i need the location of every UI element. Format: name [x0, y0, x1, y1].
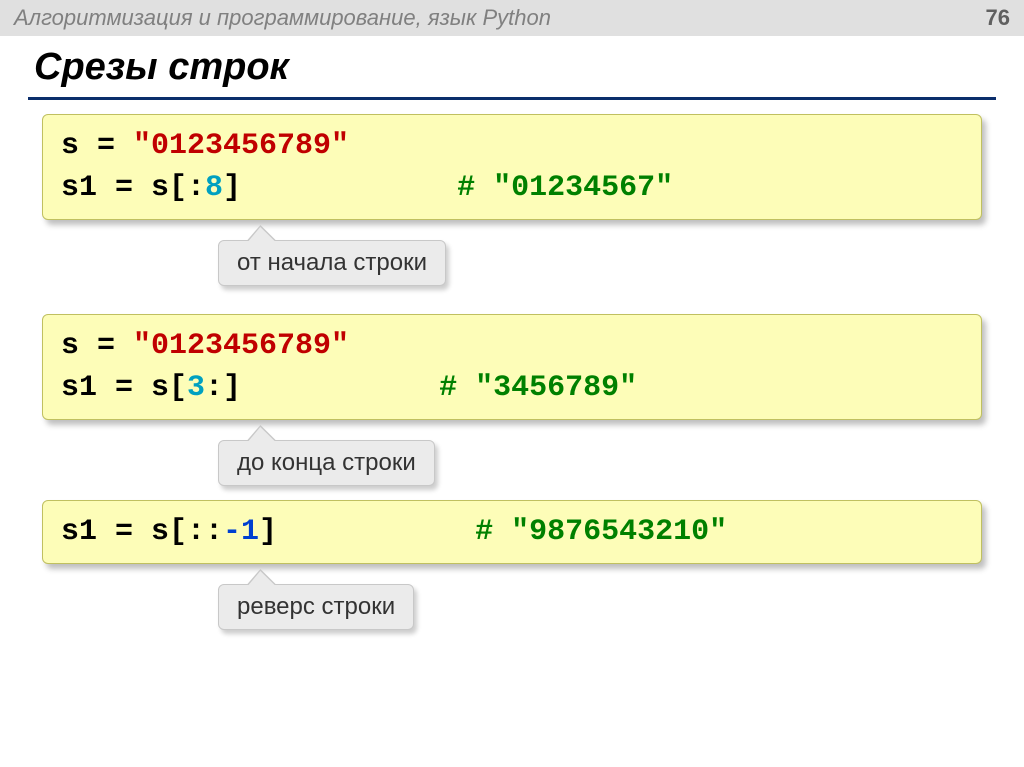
code-box-1: s = "0123456789" s1 = s[:8] # "01234567"	[42, 114, 982, 220]
callout-text: реверс строки	[237, 593, 395, 620]
callout-1: от начала строки	[218, 240, 446, 286]
code-line: s1 = s[3:] # "3456789"	[61, 367, 963, 409]
page-number: 76	[986, 5, 1010, 31]
title-rule	[28, 97, 996, 100]
code-line: s = "0123456789"	[61, 125, 963, 167]
code-line: s1 = s[:8] # "01234567"	[61, 167, 963, 209]
slide-header: Алгоритмизация и программирование, язык …	[0, 0, 1024, 36]
slide-content: Срезы строк s = "0123456789" s1 = s[:8] …	[0, 46, 1024, 630]
callout-text: до конца строки	[237, 449, 416, 476]
slide-title: Срезы строк	[34, 46, 990, 89]
callout-2: до конца строки	[218, 440, 435, 486]
callout-3: реверс строки	[218, 584, 414, 630]
callout-tail	[248, 427, 279, 442]
header-title: Алгоритмизация и программирование, язык …	[14, 5, 551, 31]
code-line: s1 = s[::-1] # "9876543210"	[61, 511, 963, 553]
callout-text: от начала строки	[237, 249, 427, 276]
code-box-2: s = "0123456789" s1 = s[3:] # "3456789"	[42, 314, 982, 420]
callout-tail	[248, 571, 279, 586]
callout-tail	[248, 227, 279, 242]
code-box-3: s1 = s[::-1] # "9876543210"	[42, 500, 982, 564]
code-line: s = "0123456789"	[61, 325, 963, 367]
